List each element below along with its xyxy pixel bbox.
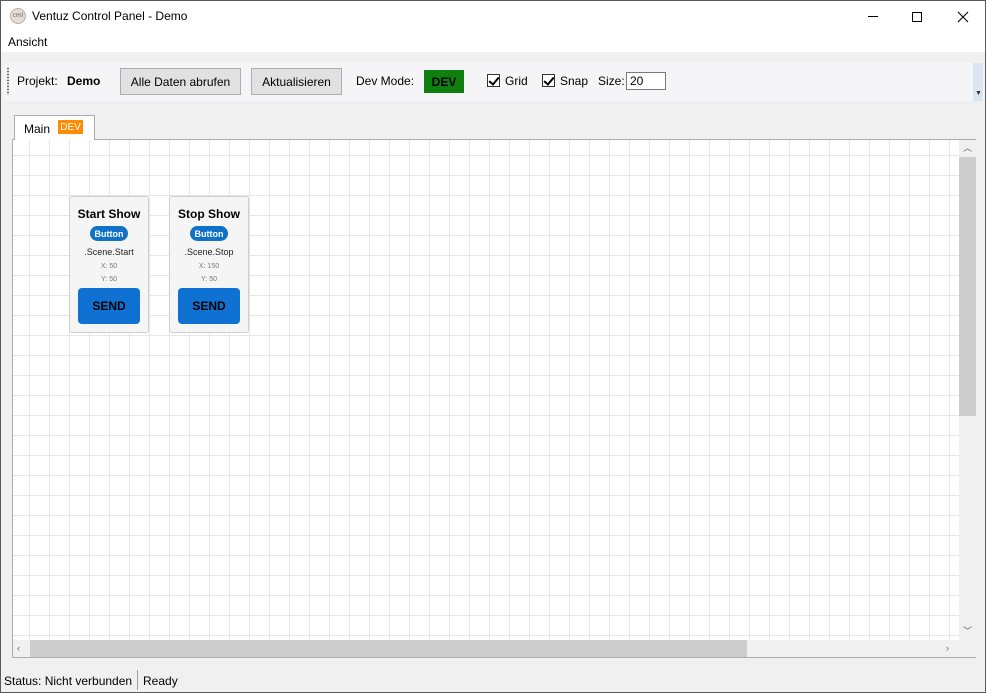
status-bar: Status: Nicht verbunden Ready	[1, 668, 985, 692]
control-card-stop-show[interactable]: Stop Show Button .Scene.Stop X: 150 Y: 5…	[169, 196, 249, 333]
scroll-left-icon[interactable]: ‹	[17, 644, 20, 653]
tab-main-label: Main	[24, 122, 51, 136]
snap-label[interactable]: Snap	[560, 74, 588, 88]
horizontal-scrollbar[interactable]: ‹ ›	[13, 640, 959, 657]
card-title: Start Show	[77, 207, 141, 221]
status-separator	[137, 670, 138, 690]
dev-mode-toggle[interactable]: DEV	[424, 70, 464, 93]
overflow-arrow-icon: ▼	[975, 90, 982, 97]
card-scene-path: .Scene.Stop	[184, 247, 234, 257]
minimize-icon	[868, 16, 878, 17]
minimize-button[interactable]	[850, 1, 896, 32]
card-x-position: X: 150	[198, 263, 220, 270]
card-y-position: Y: 50	[101, 276, 117, 283]
card-type-badge: Button	[90, 226, 128, 241]
design-canvas[interactable]: Start Show Button .Scene.Start X: 50 Y: …	[13, 140, 959, 640]
vertical-scroll-thumb[interactable]	[959, 157, 976, 416]
tab-dev-badge: DEV	[58, 120, 83, 134]
app-logo-icon: cml	[10, 8, 26, 24]
grid-checkbox[interactable]	[487, 74, 500, 87]
maximize-button[interactable]	[894, 1, 940, 32]
app-window: cml Ventuz Control Panel - Demo Ansicht …	[0, 0, 986, 693]
card-scene-path: .Scene.Start	[84, 247, 134, 257]
maximize-icon	[912, 11, 922, 22]
grid-size-input[interactable]: 20	[626, 72, 666, 90]
scrollbar-corner	[959, 640, 976, 657]
ready-status: Ready	[143, 674, 178, 688]
close-button[interactable]	[940, 1, 985, 32]
horizontal-scroll-thumb[interactable]	[30, 640, 747, 657]
toolbar-grip[interactable]	[7, 67, 9, 95]
project-label: Projekt:	[17, 74, 58, 88]
menu-ansicht[interactable]: Ansicht	[8, 35, 47, 49]
project-name: Demo	[67, 74, 101, 88]
toolbar-overflow-button[interactable]: ▼	[973, 63, 983, 101]
send-button[interactable]: SEND	[178, 288, 240, 324]
scroll-down-icon[interactable]: ﹀	[963, 627, 972, 636]
control-card-start-show[interactable]: Start Show Button .Scene.Start X: 50 Y: …	[69, 196, 149, 333]
connection-status: Status: Nicht verbunden	[4, 674, 133, 688]
card-type-badge: Button	[190, 226, 228, 241]
send-button[interactable]: SEND	[78, 288, 140, 324]
fetch-all-button[interactable]: Alle Daten abrufen	[120, 68, 241, 95]
dev-mode-label: Dev Mode:	[356, 74, 415, 88]
grid-label[interactable]: Grid	[505, 74, 528, 88]
window-title: Ventuz Control Panel - Demo	[32, 9, 188, 23]
card-x-position: X: 50	[100, 263, 118, 270]
card-y-position: Y: 50	[201, 276, 217, 283]
close-icon	[957, 11, 969, 22]
card-title: Stop Show	[178, 207, 240, 221]
scroll-up-icon[interactable]: ︿	[963, 144, 972, 153]
title-bar: cml Ventuz Control Panel - Demo	[1, 1, 985, 32]
tab-main[interactable]: Main DEV	[14, 115, 95, 140]
toolbar: Projekt: Demo Alle Daten abrufen Aktuali…	[3, 63, 985, 101]
refresh-button[interactable]: Aktualisieren	[251, 68, 342, 95]
vertical-scrollbar[interactable]: ︿ ﹀	[959, 140, 976, 640]
size-label: Size:	[598, 74, 625, 88]
snap-checkbox[interactable]	[542, 74, 555, 87]
tab-content: Start Show Button .Scene.Start X: 50 Y: …	[12, 139, 976, 658]
scroll-right-icon[interactable]: ›	[946, 644, 949, 653]
menu-bar: Ansicht	[1, 32, 985, 52]
